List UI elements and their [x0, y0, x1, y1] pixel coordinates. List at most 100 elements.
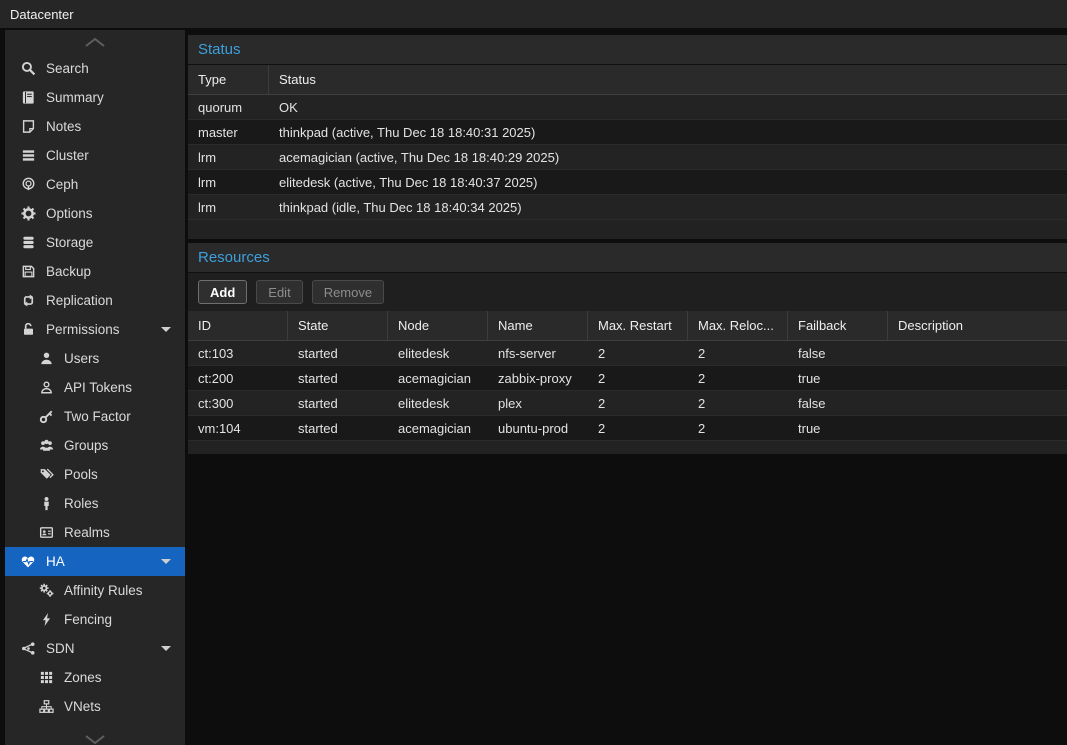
- cell-name: ubuntu-prod: [488, 421, 588, 436]
- cell-failback: false: [788, 346, 888, 361]
- sidebar-item-users[interactable]: Users: [5, 344, 185, 373]
- sidebar-item-pools[interactable]: Pools: [5, 460, 185, 489]
- collapse-caret-icon[interactable]: [161, 646, 171, 651]
- sidebar-item-zones[interactable]: Zones: [5, 663, 185, 692]
- table-row[interactable]: quorum OK: [188, 95, 1067, 120]
- table-row[interactable]: ct:300 started elitedesk plex 2 2 false: [188, 391, 1067, 416]
- column-header-max-relocate[interactable]: Max. Reloc...: [688, 311, 788, 340]
- sidebar-item-label: Pools: [64, 467, 98, 482]
- resources-panel-header: Resources: [188, 243, 1067, 273]
- backup-icon: [19, 264, 37, 279]
- sidebar-item-label: HA: [46, 554, 65, 569]
- column-header-failback[interactable]: Failback: [788, 311, 888, 340]
- storage-icon: [19, 235, 37, 250]
- cell-name: plex: [488, 396, 588, 411]
- add-button[interactable]: Add: [198, 280, 247, 304]
- sidebar-item-api-tokens[interactable]: API Tokens: [5, 373, 185, 402]
- table-row[interactable]: lrm thinkpad (idle, Thu Dec 18 18:40:34 …: [188, 195, 1067, 220]
- cell-max-restart: 2: [588, 346, 688, 361]
- resources-table-header: ID State Node Name Max. Restart Max. Rel…: [188, 311, 1067, 341]
- column-header-name[interactable]: Name: [488, 311, 588, 340]
- person-icon: [37, 496, 55, 511]
- chevron-up-icon: [84, 37, 106, 48]
- cell-max-relocate: 2: [688, 396, 788, 411]
- cell-type: lrm: [188, 200, 269, 215]
- remove-button[interactable]: Remove: [312, 280, 384, 304]
- heartbeat-icon: [19, 554, 37, 569]
- sidebar-item-summary[interactable]: Summary: [5, 83, 185, 112]
- cell-type: quorum: [188, 100, 269, 115]
- grid-icon: [37, 670, 55, 685]
- sidebar-item-vnets[interactable]: VNets: [5, 692, 185, 721]
- sidebar-item-search[interactable]: Search: [5, 54, 185, 83]
- user-icon: [37, 351, 55, 366]
- sidebar-item-fencing[interactable]: Fencing: [5, 605, 185, 634]
- cell-node: elitedesk: [388, 346, 488, 361]
- collapse-caret-icon[interactable]: [161, 327, 171, 332]
- cell-max-restart: 2: [588, 396, 688, 411]
- table-row[interactable]: ct:200 started acemagician zabbix-proxy …: [188, 366, 1067, 391]
- sidebar-item-label: Permissions: [46, 322, 120, 337]
- key-icon: [37, 409, 55, 424]
- cell-type: lrm: [188, 150, 269, 165]
- sidebar: Search Summary Notes Cluster Ceph Option…: [5, 30, 185, 745]
- sidebar-item-roles[interactable]: Roles: [5, 489, 185, 518]
- sidebar-item-two-factor[interactable]: Two Factor: [5, 402, 185, 431]
- book-icon: [19, 90, 37, 105]
- sidebar-item-label: Cluster: [46, 148, 89, 163]
- sidebar-item-ha[interactable]: HA: [5, 547, 185, 576]
- column-header-node[interactable]: Node: [388, 311, 488, 340]
- cell-failback: true: [788, 421, 888, 436]
- sidebar-item-realms[interactable]: Realms: [5, 518, 185, 547]
- sidebar-item-ceph[interactable]: Ceph: [5, 170, 185, 199]
- sidebar-item-label: Roles: [64, 496, 99, 511]
- sidebar-scroll-up[interactable]: [5, 30, 185, 54]
- cell-node: acemagician: [388, 371, 488, 386]
- resources-panel: Resources Add Edit Remove ID State Node …: [188, 243, 1067, 454]
- collapse-caret-icon[interactable]: [161, 559, 171, 564]
- cell-status: thinkpad (idle, Thu Dec 18 18:40:34 2025…: [269, 200, 1067, 215]
- bolt-icon: [37, 612, 55, 627]
- cell-node: acemagician: [388, 421, 488, 436]
- sidebar-item-replication[interactable]: Replication: [5, 286, 185, 315]
- sidebar-item-label: Summary: [46, 90, 104, 105]
- cell-status: OK: [269, 100, 1067, 115]
- sidebar-item-label: Two Factor: [64, 409, 131, 424]
- sidebar-item-groups[interactable]: Groups: [5, 431, 185, 460]
- gear-icon: [19, 206, 37, 221]
- cell-id: ct:200: [188, 371, 288, 386]
- sidebar-item-backup[interactable]: Backup: [5, 257, 185, 286]
- sidebar-item-notes[interactable]: Notes: [5, 112, 185, 141]
- table-row[interactable]: ct:103 started elitedesk nfs-server 2 2 …: [188, 341, 1067, 366]
- cell-max-relocate: 2: [688, 346, 788, 361]
- edit-button[interactable]: Edit: [256, 280, 302, 304]
- sidebar-item-label: Fencing: [64, 612, 112, 627]
- user-outline-icon: [37, 380, 55, 395]
- table-row[interactable]: lrm acemagician (active, Thu Dec 18 18:4…: [188, 145, 1067, 170]
- column-header-description[interactable]: Description: [888, 311, 1067, 340]
- page-title: Datacenter: [10, 7, 74, 22]
- sidebar-item-storage[interactable]: Storage: [5, 228, 185, 257]
- table-row[interactable]: master thinkpad (active, Thu Dec 18 18:4…: [188, 120, 1067, 145]
- column-header-id[interactable]: ID: [188, 311, 288, 340]
- table-row[interactable]: lrm elitedesk (active, Thu Dec 18 18:40:…: [188, 170, 1067, 195]
- sidebar-item-sdn[interactable]: SDN: [5, 634, 185, 663]
- sidebar-item-label: API Tokens: [64, 380, 132, 395]
- sidebar-item-cluster[interactable]: Cluster: [5, 141, 185, 170]
- sidebar-scroll-down[interactable]: [5, 727, 185, 745]
- column-header-state[interactable]: State: [288, 311, 388, 340]
- sidebar-item-label: Storage: [46, 235, 93, 250]
- sidebar-item-options[interactable]: Options: [5, 199, 185, 228]
- cell-max-relocate: 2: [688, 421, 788, 436]
- status-table-header: Type Status: [188, 65, 1067, 95]
- column-header-max-restart[interactable]: Max. Restart: [588, 311, 688, 340]
- sidebar-item-affinity-rules[interactable]: Affinity Rules: [5, 576, 185, 605]
- column-header-status[interactable]: Status: [269, 65, 1067, 94]
- unlock-icon: [19, 322, 37, 337]
- sidebar-item-permissions[interactable]: Permissions: [5, 315, 185, 344]
- cell-name: zabbix-proxy: [488, 371, 588, 386]
- table-row[interactable]: vm:104 started acemagician ubuntu-prod 2…: [188, 416, 1067, 441]
- column-header-type[interactable]: Type: [188, 65, 269, 94]
- replication-icon: [19, 293, 37, 308]
- sidebar-item-label: Users: [64, 351, 99, 366]
